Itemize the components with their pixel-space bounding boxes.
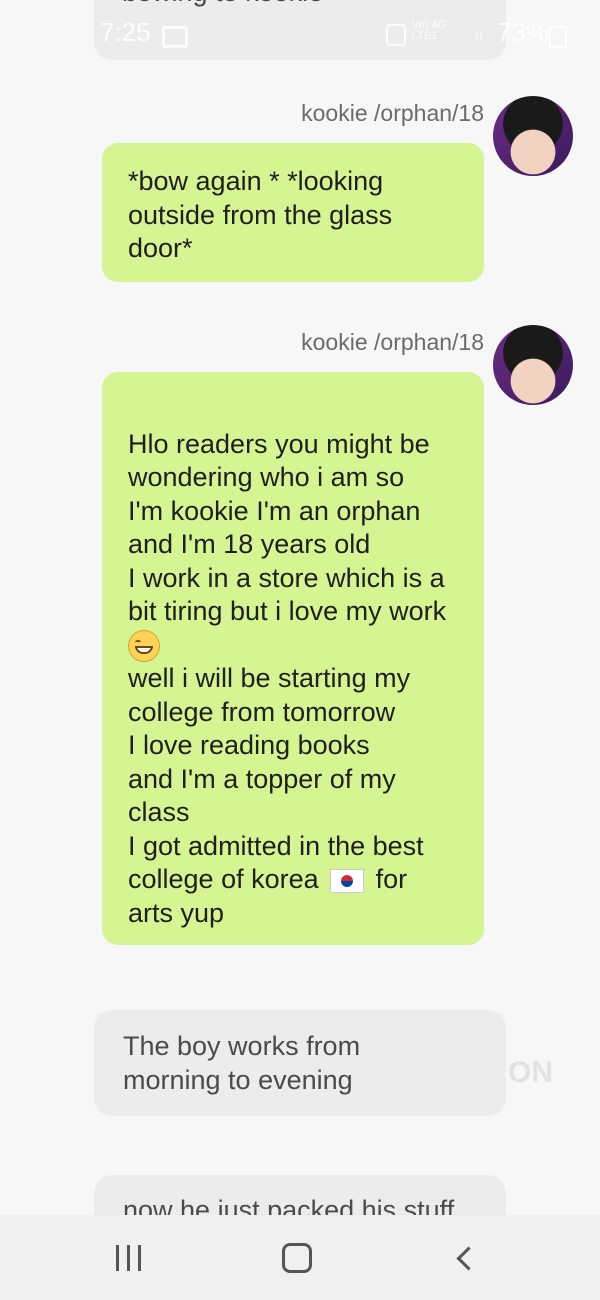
recent-apps-icon-bar bbox=[126, 1245, 130, 1271]
message-bubble: Hlo readers you might be wondering who i… bbox=[102, 372, 484, 945]
battery-icon bbox=[549, 26, 567, 48]
message-text: well i will be starting my college from … bbox=[128, 663, 424, 895]
recent-apps-icon bbox=[115, 1245, 119, 1271]
navigation-bar bbox=[0, 1215, 600, 1300]
recent-apps-button[interactable] bbox=[104, 1235, 152, 1281]
avatar[interactable] bbox=[493, 96, 573, 176]
back-chevron-icon bbox=[455, 1245, 481, 1271]
sender-name: kookie /orphan/18 bbox=[301, 100, 484, 126]
narration-bubble: now he just packed his stuff bbox=[94, 1175, 506, 1215]
avatar[interactable] bbox=[493, 325, 573, 405]
sender-name: kookie /orphan/18 bbox=[301, 329, 484, 355]
south-korea-flag-icon bbox=[330, 869, 365, 894]
narration-bubble: after she pays she left after bowing to … bbox=[94, 0, 506, 60]
recent-apps-icon-bar bbox=[137, 1245, 141, 1271]
watermark-text: ON bbox=[508, 1056, 553, 1089]
narration-text: after she pays she left after bowing to … bbox=[122, 0, 448, 9]
message-bubble: *bow again * *looking outside from the g… bbox=[102, 143, 484, 282]
grinning-face-icon bbox=[128, 630, 160, 663]
back-button[interactable] bbox=[440, 1235, 490, 1281]
home-button[interactable] bbox=[270, 1235, 324, 1281]
narration-bubble: The boy works from morning to evening bbox=[94, 1010, 506, 1116]
narration-text: now he just packed his stuff bbox=[123, 1195, 455, 1215]
home-icon bbox=[282, 1243, 312, 1273]
message-text: Hlo readers you might be wondering who i… bbox=[128, 428, 447, 627]
